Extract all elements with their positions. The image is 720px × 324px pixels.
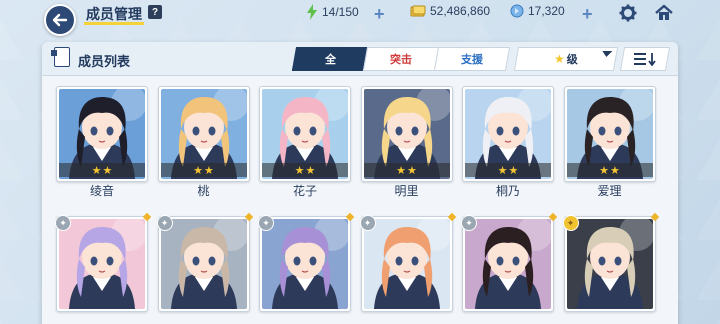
student-name: 花子 — [292, 184, 317, 198]
star-icon: ★ — [305, 164, 316, 177]
ap-counter: 14/150 — [306, 4, 359, 20]
panel-header: 成员列表 全 突击 支援 ★ 级 — [42, 42, 678, 76]
pin-icon[interactable]: ✦ — [156, 215, 173, 231]
pin-icon[interactable]: ✦ — [55, 215, 71, 231]
star-rating: ★ ★ — [363, 163, 450, 177]
star-icon: ★ — [497, 164, 508, 177]
gems-counter: 17,320 — [510, 4, 565, 18]
pin-icon[interactable]: ✦ — [562, 215, 579, 231]
star-icon: ★ — [204, 164, 214, 177]
help-button[interactable]: ? — [148, 5, 162, 19]
pin-icon[interactable]: ✦ — [359, 215, 376, 231]
star-icon: ★ — [599, 164, 609, 177]
student-portrait — [566, 219, 653, 309]
back-button[interactable] — [44, 4, 76, 36]
star-rating: ★ ★ — [59, 163, 145, 177]
filter-tabs: 全 突击 支援 — [291, 47, 511, 71]
student-card[interactable]: ★ ★ — [56, 86, 148, 182]
credits-icon — [410, 5, 426, 17]
student-portrait — [59, 219, 145, 309]
dropdown-arrow-icon — [601, 51, 613, 57]
page-title: 成员管理 — [86, 6, 142, 22]
student-name: 爱理 — [597, 184, 622, 198]
student-card[interactable]: ✦ — [562, 212, 659, 312]
tab-special[interactable]: 支援 — [433, 47, 511, 71]
student-card[interactable]: ★ ★ — [157, 86, 250, 182]
pin-icon[interactable]: ✦ — [461, 215, 477, 231]
student-card[interactable]: ✦ — [156, 212, 253, 312]
star-icon: ★ — [294, 164, 305, 177]
back-arrow-icon — [52, 13, 68, 27]
star-rating: ★ ★ — [262, 163, 348, 177]
student-card[interactable]: ★ ★ — [563, 86, 656, 182]
sort-descending-icon — [634, 53, 656, 66]
star-icon: ★ — [554, 52, 565, 66]
sort-label: 级 — [566, 54, 578, 66]
title-underline — [84, 22, 144, 25]
tab-all[interactable]: 全 — [291, 47, 369, 71]
credits-counter: 52,486,860 — [410, 4, 490, 18]
student-name: 明里 — [394, 184, 419, 198]
ap-value: 14/150 — [322, 5, 359, 19]
gems-plus-button[interactable]: + — [582, 4, 593, 25]
star-icon: ★ — [407, 164, 417, 177]
sort-order-button[interactable] — [619, 47, 671, 71]
student-card[interactable]: ✦ — [461, 212, 558, 312]
plus-icon: + — [582, 4, 593, 24]
plus-icon: + — [374, 4, 385, 24]
star-rating: ★ ★ — [160, 163, 247, 177]
student-name: 桐乃 — [495, 184, 520, 198]
star-rating: ★ ★ — [566, 163, 653, 177]
student-card[interactable]: ★ ★ — [259, 86, 351, 182]
member-list-panel: 成员列表 全 突击 支援 ★ 级 ★ ★ 绫音 ★ ★ 桃 ★ ★ 花子 ★ ★… — [42, 42, 678, 324]
sort-dropdown[interactable]: ★ 级 — [513, 47, 619, 71]
star-icon: ★ — [193, 164, 203, 177]
star-icon: ★ — [508, 164, 519, 177]
star-icon: ★ — [396, 164, 406, 177]
lightning-icon — [307, 4, 317, 20]
student-portrait — [262, 219, 348, 309]
student-name: 绫音 — [89, 184, 114, 198]
tab-striker[interactable]: 突击 — [362, 47, 440, 71]
gear-icon — [619, 4, 637, 22]
top-bar: 成员管理 ? 14/150 + 52,486,860 17,320 + — [0, 0, 720, 36]
settings-button[interactable] — [618, 3, 638, 23]
student-card[interactable]: ✦ — [359, 212, 456, 312]
star-icon: ★ — [91, 164, 102, 177]
student-card[interactable]: ★ ★ — [462, 86, 554, 182]
student-portrait — [363, 219, 450, 309]
student-card[interactable]: ✦ — [55, 212, 152, 312]
star-icon: ★ — [610, 164, 620, 177]
student-card[interactable]: ✦ — [258, 212, 355, 312]
ap-plus-button[interactable]: + — [374, 4, 385, 25]
student-portrait — [160, 219, 247, 309]
gems-value: 17,320 — [528, 4, 565, 18]
home-icon — [655, 4, 673, 20]
list-icon — [51, 47, 70, 67]
gem-icon — [510, 4, 524, 18]
star-icon: ★ — [102, 164, 113, 177]
credits-value: 52,486,860 — [430, 4, 491, 18]
student-name: 桃 — [197, 184, 210, 198]
home-button[interactable] — [654, 3, 674, 23]
student-card[interactable]: ★ ★ — [360, 86, 453, 182]
panel-title: 成员列表 — [78, 54, 131, 69]
star-rating: ★ ★ — [465, 163, 551, 177]
pin-icon[interactable]: ✦ — [258, 215, 274, 231]
student-portrait — [465, 219, 551, 309]
